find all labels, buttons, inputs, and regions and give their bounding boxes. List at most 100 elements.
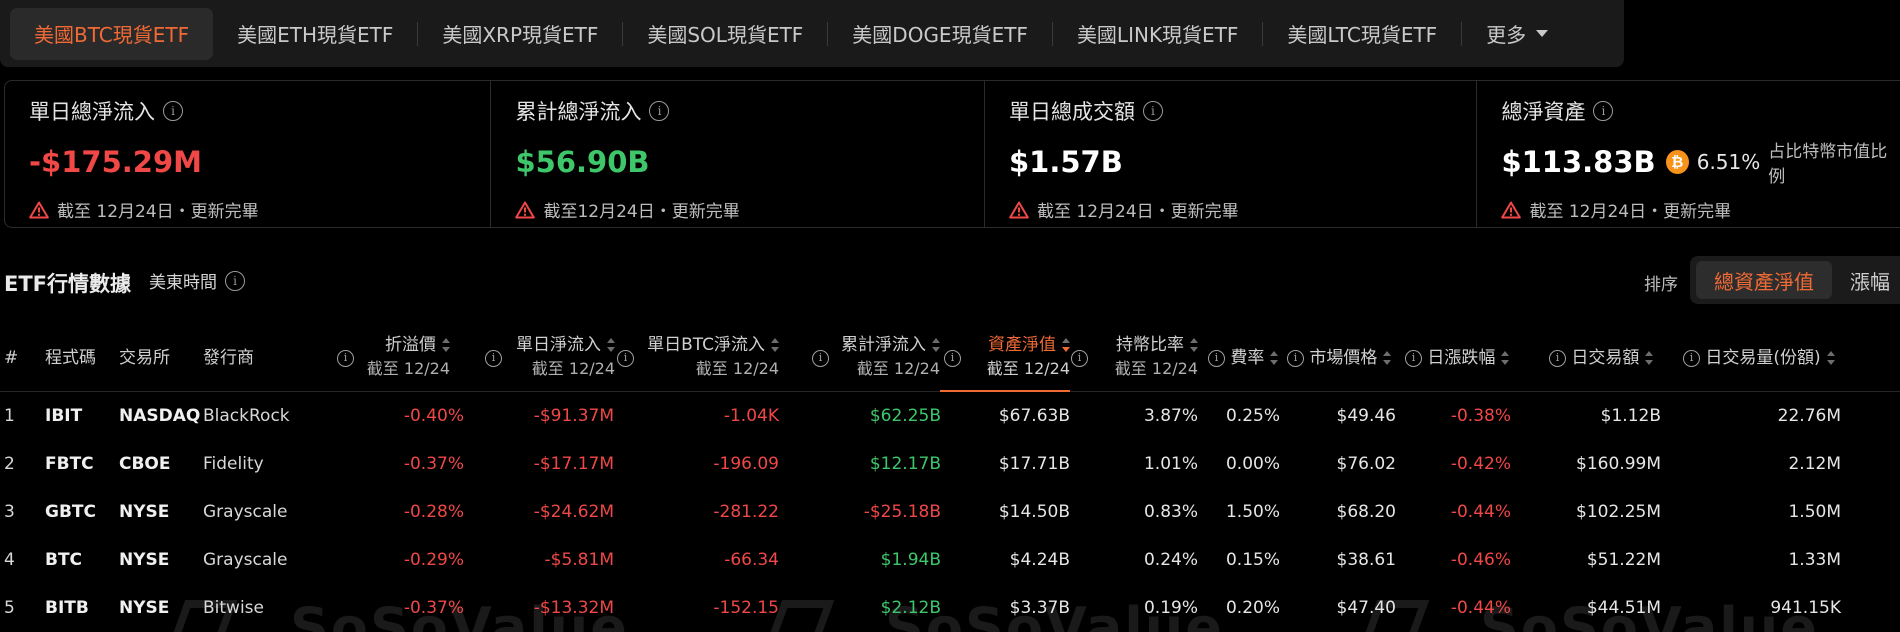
row-volume: $44.51M bbox=[1586, 598, 1661, 618]
row-shares: 22.76M bbox=[1777, 406, 1841, 426]
col-fee[interactable]: i 費率 bbox=[1208, 346, 1279, 370]
more-tabs-dropdown[interactable]: 更多 bbox=[1462, 8, 1572, 60]
row-exchange: NASDAQ bbox=[119, 406, 201, 426]
tab-link-etf[interactable]: 美國LINK現貨ETF bbox=[1053, 8, 1262, 60]
row-issuer: Bitwise bbox=[203, 598, 264, 618]
col-holding-sub: 截至 12/24 bbox=[1114, 359, 1198, 378]
stat-total-net-assets: 總淨資產 i $113.83B ₿ 6.51% 占比特幣市值比例 截至 12月24… bbox=[1477, 81, 1900, 227]
info-icon[interactable]: i bbox=[1142, 101, 1163, 121]
row-num: 4 bbox=[4, 550, 15, 570]
row-nav: $17.71B bbox=[998, 454, 1070, 474]
col-fee-label: 費率 bbox=[1230, 348, 1265, 368]
stat-title: 總淨資產 bbox=[1501, 100, 1586, 124]
row-price: $49.46 bbox=[1336, 406, 1396, 426]
stat-value: $56.90B bbox=[515, 145, 650, 179]
row-price: $38.61 bbox=[1336, 550, 1396, 570]
col-change[interactable]: i 日漲跌幅 bbox=[1405, 346, 1510, 370]
col-daily-inflow[interactable]: 單日淨流入 截至 12/24 bbox=[505, 333, 615, 381]
row-daily-btc: -1.04K bbox=[723, 406, 779, 426]
tab-eth-etf[interactable]: 美國ETH現貨ETF bbox=[213, 8, 417, 60]
tab-ltc-etf[interactable]: 美國LTC現貨ETF bbox=[1263, 8, 1461, 60]
col-shares[interactable]: i 日交易量(份額) bbox=[1683, 346, 1835, 370]
col-premium-info[interactable]: i bbox=[337, 346, 354, 370]
sort-arrows-icon bbox=[771, 338, 779, 352]
row-daily-btc: -281.22 bbox=[713, 502, 779, 522]
tab-doge-etf[interactable]: 美國DOGE現貨ETF bbox=[828, 8, 1052, 60]
col-premium[interactable]: 折溢價 截至 12/24 bbox=[358, 333, 450, 381]
table-row[interactable]: 2 FBTC CBOE Fidelity -0.37% -$17.17M -19… bbox=[0, 440, 1900, 488]
row-change: -0.44% bbox=[1450, 598, 1511, 618]
table-row[interactable]: 5 BITB NYSE Bitwise -0.37% -$13.32M -152… bbox=[0, 584, 1900, 632]
row-premium: -0.29% bbox=[403, 550, 464, 570]
col-volume[interactable]: i 日交易額 bbox=[1549, 346, 1654, 370]
bitcoin-icon: ₿ bbox=[1665, 150, 1689, 174]
row-exchange: NYSE bbox=[119, 502, 170, 522]
row-change: -0.38% bbox=[1450, 406, 1511, 426]
row-issuer: Fidelity bbox=[203, 454, 264, 474]
col-nav-info[interactable]: i bbox=[944, 346, 961, 370]
col-nav[interactable]: 資產淨值 截至 12/24 bbox=[964, 333, 1070, 381]
col-cum-inflow-info[interactable]: i bbox=[812, 346, 829, 370]
row-fee: 0.25% bbox=[1225, 406, 1280, 426]
row-ticker[interactable]: IBIT bbox=[45, 392, 82, 440]
sort-option-change[interactable]: 漲幅 bbox=[1832, 261, 1900, 299]
info-icon: i bbox=[1071, 349, 1088, 367]
section-title: ETF行情數據 bbox=[4, 272, 132, 296]
col-price[interactable]: i 市場價格 bbox=[1287, 346, 1392, 370]
col-premium-label: 折溢價 bbox=[385, 335, 436, 355]
row-ticker[interactable]: GBTC bbox=[45, 488, 96, 536]
row-cum-inflow: $2.12B bbox=[880, 598, 941, 618]
info-icon[interactable]: i bbox=[649, 101, 670, 121]
btc-market-share: 6.51% bbox=[1696, 150, 1761, 174]
row-fee: 0.00% bbox=[1225, 454, 1280, 474]
table-row[interactable]: 4 BTC NYSE Grayscale -0.29% -$5.81M -66.… bbox=[0, 536, 1900, 584]
stat-note: 截至 12月24日・更新完畢 bbox=[1036, 202, 1239, 222]
row-ticker[interactable]: FBTC bbox=[45, 440, 94, 488]
col-issuer: 發行商 bbox=[203, 348, 254, 368]
table-row[interactable]: 3 GBTC NYSE Grayscale -0.28% -$24.62M -2… bbox=[0, 488, 1900, 536]
row-issuer: BlackRock bbox=[203, 406, 290, 426]
row-change: -0.42% bbox=[1450, 454, 1511, 474]
warning-triangle-icon bbox=[515, 201, 536, 218]
col-nav-label: 資產淨值 bbox=[988, 335, 1056, 355]
info-icon[interactable]: i bbox=[163, 101, 183, 121]
row-premium: -0.28% bbox=[403, 502, 464, 522]
warning-triangle-icon bbox=[1501, 201, 1522, 218]
col-daily-inflow-info[interactable]: i bbox=[485, 346, 502, 370]
row-daily-inflow: -$17.17M bbox=[533, 454, 614, 474]
row-cum-inflow: $62.25B bbox=[869, 406, 941, 426]
row-shares: 941.15K bbox=[1770, 598, 1841, 618]
row-holding: 1.01% bbox=[1143, 454, 1198, 474]
stat-value: $1.57B bbox=[1008, 145, 1123, 179]
info-icon: i bbox=[1208, 349, 1225, 367]
col-daily-btc-info[interactable]: i bbox=[617, 346, 634, 370]
info-icon[interactable]: i bbox=[1593, 101, 1614, 121]
tab-xrp-etf[interactable]: 美國XRP現貨ETF bbox=[418, 8, 622, 60]
info-icon[interactable]: i bbox=[225, 270, 245, 291]
row-nav: $3.37B bbox=[1009, 598, 1070, 618]
col-daily-btc[interactable]: 單日BTC淨流入 截至 12/24 bbox=[637, 333, 779, 381]
row-ticker[interactable]: BITB bbox=[45, 584, 89, 632]
col-shares-label: 日交易量(份額) bbox=[1705, 348, 1821, 368]
stat-note: 截至12月24日・更新完畢 bbox=[543, 202, 740, 222]
sort-arrows-icon bbox=[1190, 338, 1198, 352]
col-holding-info[interactable]: i bbox=[1071, 346, 1088, 370]
row-ticker[interactable]: BTC bbox=[45, 536, 82, 584]
row-cum-inflow: -$25.18B bbox=[863, 502, 941, 522]
etf-tab-bar: 美國BTC現貨ETF 美國ETH現貨ETF 美國XRP現貨ETF 美國SOL現貨… bbox=[0, 0, 1624, 67]
table-row[interactable]: 1 IBIT NASDAQ BlackRock -0.40% -$91.37M … bbox=[0, 392, 1900, 440]
tab-btc-etf[interactable]: 美國BTC現貨ETF bbox=[10, 7, 214, 60]
row-holding: 0.24% bbox=[1143, 550, 1198, 570]
col-num: # bbox=[4, 348, 19, 368]
col-cum-inflow-label: 累計淨流入 bbox=[841, 335, 926, 355]
summary-stats: 單日總淨流入 i -$175.29M 截至 12月24日・更新完畢 累計總淨流入 i… bbox=[4, 80, 1900, 228]
chevron-down-icon bbox=[1536, 30, 1549, 37]
col-holding[interactable]: 持幣比率 截至 12/24 bbox=[1090, 333, 1198, 381]
col-cum-inflow[interactable]: 累計淨流入 截至 12/24 bbox=[832, 333, 940, 381]
sort-arrows-icon bbox=[1645, 351, 1654, 365]
sort-option-nav[interactable]: 總資產淨值 bbox=[1696, 261, 1832, 299]
tab-sol-etf[interactable]: 美國SOL現貨ETF bbox=[623, 8, 827, 60]
sort-arrows-icon bbox=[1383, 351, 1392, 365]
row-change: -0.44% bbox=[1450, 502, 1511, 522]
stat-value: $113.83B bbox=[1501, 145, 1656, 179]
